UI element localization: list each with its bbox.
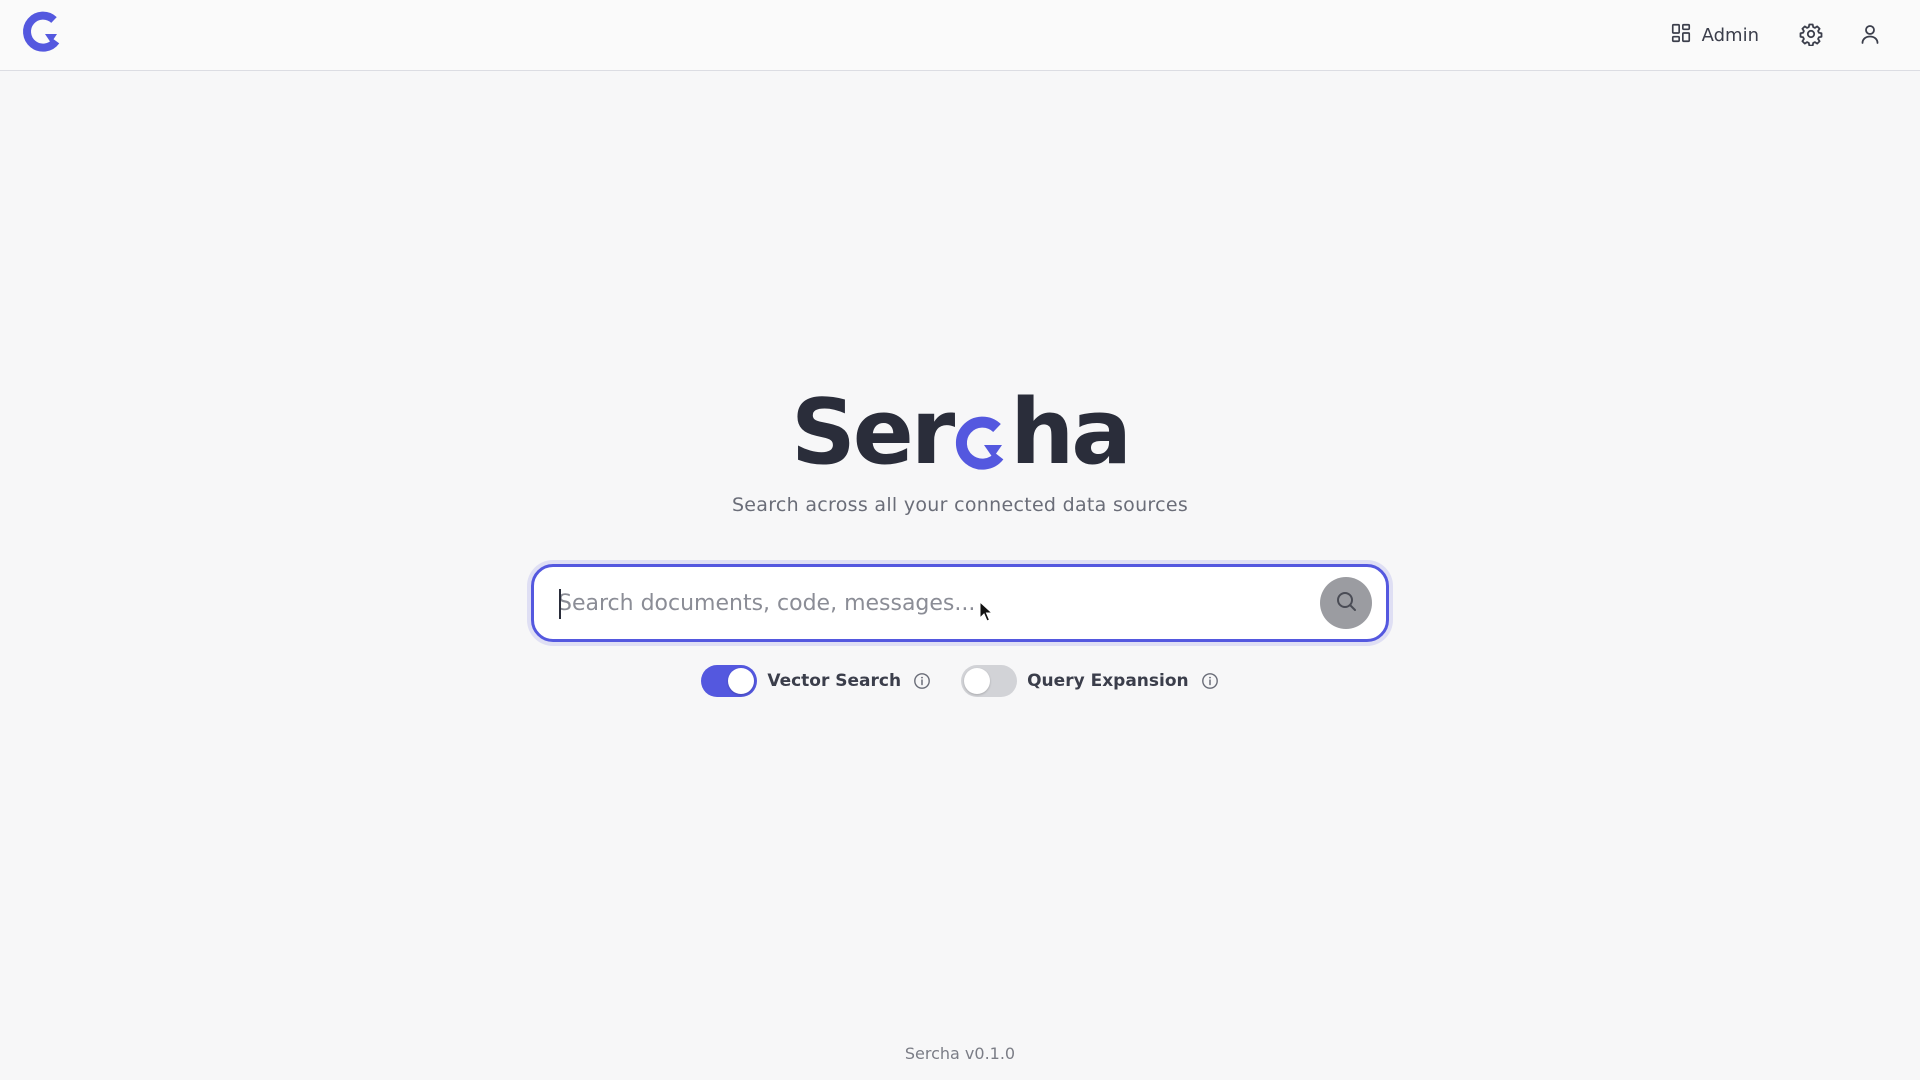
info-icon[interactable] bbox=[1201, 672, 1219, 690]
tagline: Search across all your connected data so… bbox=[731, 494, 1189, 516]
query-expansion-label: Query Expansion bbox=[1027, 671, 1189, 691]
vector-search-option: Vector Search bbox=[701, 665, 931, 697]
wordmark-logo-c-icon bbox=[952, 388, 1010, 478]
mouse-cursor-icon bbox=[979, 601, 993, 622]
wordmark-right: ha bbox=[1010, 380, 1132, 485]
profile-button[interactable] bbox=[1856, 22, 1884, 50]
search-input[interactable] bbox=[558, 567, 1298, 639]
wordmark-left: Ser bbox=[790, 380, 955, 485]
grid-icon bbox=[1670, 22, 1692, 49]
gear-icon bbox=[1799, 22, 1823, 50]
sercha-wordmark: Ser ha bbox=[790, 380, 1132, 485]
settings-button[interactable] bbox=[1797, 22, 1825, 50]
sercha-logo-icon[interactable] bbox=[20, 10, 64, 54]
admin-label: Admin bbox=[1701, 25, 1759, 46]
text-caret bbox=[559, 589, 561, 619]
vector-search-toggle[interactable] bbox=[701, 665, 758, 697]
search-icon bbox=[1334, 589, 1358, 617]
search-submit-button[interactable] bbox=[1320, 577, 1372, 629]
query-expansion-option: Query Expansion bbox=[961, 665, 1219, 697]
version-footer: Sercha v0.1.0 bbox=[904, 1044, 1016, 1063]
info-icon[interactable] bbox=[913, 672, 931, 690]
toggle-knob bbox=[964, 668, 991, 694]
admin-button[interactable]: Admin bbox=[1670, 22, 1759, 49]
user-icon bbox=[1858, 22, 1882, 50]
search-options: Vector Search Query Expansion bbox=[0, 664, 1920, 698]
search-box[interactable] bbox=[531, 564, 1389, 642]
vector-search-label: Vector Search bbox=[767, 671, 902, 691]
hero-section: Ser ha Search across all your connected … bbox=[0, 380, 1920, 517]
query-expansion-toggle[interactable] bbox=[961, 665, 1018, 697]
top-navigation-bar: Admin bbox=[0, 0, 1920, 71]
toggle-knob bbox=[728, 668, 755, 694]
